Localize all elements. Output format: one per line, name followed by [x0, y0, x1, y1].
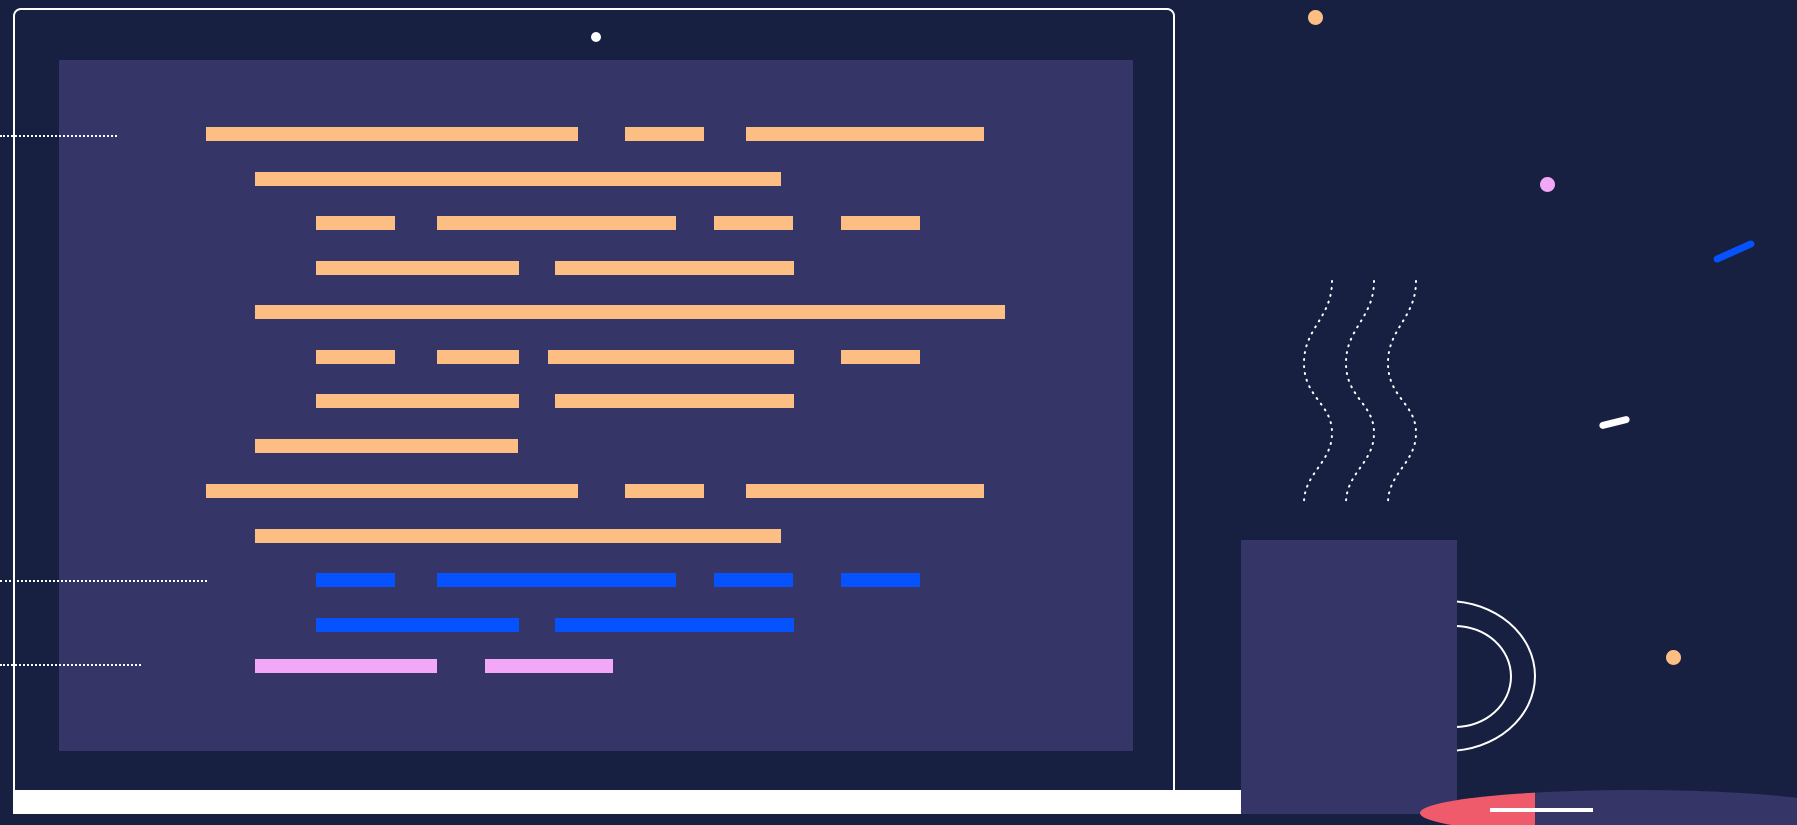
- code-token: [255, 659, 437, 673]
- saucer-icon: [1420, 790, 1797, 825]
- code-token: [555, 618, 794, 632]
- illustration-scene: [0, 0, 1797, 825]
- leader-line-1: [0, 135, 117, 137]
- code-token: [555, 261, 794, 275]
- code-token: [841, 350, 920, 364]
- code-token: [437, 350, 519, 364]
- confetti-dash-icon: [1598, 415, 1631, 430]
- code-token: [255, 172, 781, 186]
- code-token: [548, 350, 794, 364]
- code-token: [746, 127, 984, 141]
- coffee-mug-icon: [1241, 540, 1457, 814]
- code-token: [437, 573, 676, 587]
- code-token: [206, 127, 578, 141]
- code-token: [841, 573, 920, 587]
- code-token: [316, 394, 519, 408]
- code-token: [316, 618, 519, 632]
- code-token: [206, 484, 578, 498]
- code-token: [316, 350, 395, 364]
- confetti-dot-icon: [1666, 650, 1681, 665]
- code-token: [316, 573, 395, 587]
- code-token: [625, 484, 704, 498]
- laptop-base: [13, 790, 1309, 814]
- code-token: [316, 261, 519, 275]
- confetti-dot-icon: [1308, 10, 1323, 25]
- saucer-highlight: [1490, 808, 1593, 812]
- confetti-dash-icon: [1712, 239, 1756, 264]
- code-token: [746, 484, 984, 498]
- code-token: [714, 573, 793, 587]
- camera-dot-icon: [591, 32, 601, 42]
- code-token: [316, 216, 395, 230]
- code-token: [555, 394, 794, 408]
- code-token: [437, 216, 676, 230]
- confetti-dot-icon: [1540, 177, 1555, 192]
- code-token: [485, 659, 613, 673]
- code-token: [841, 216, 920, 230]
- leader-line-3: [0, 664, 141, 666]
- steam-wave-icon: [1302, 280, 1418, 504]
- code-token: [625, 127, 704, 141]
- code-token: [255, 529, 781, 543]
- leader-line-2: [0, 580, 207, 582]
- code-token: [255, 305, 1005, 319]
- laptop-screen: [59, 60, 1133, 751]
- code-token: [255, 439, 518, 453]
- code-token: [714, 216, 793, 230]
